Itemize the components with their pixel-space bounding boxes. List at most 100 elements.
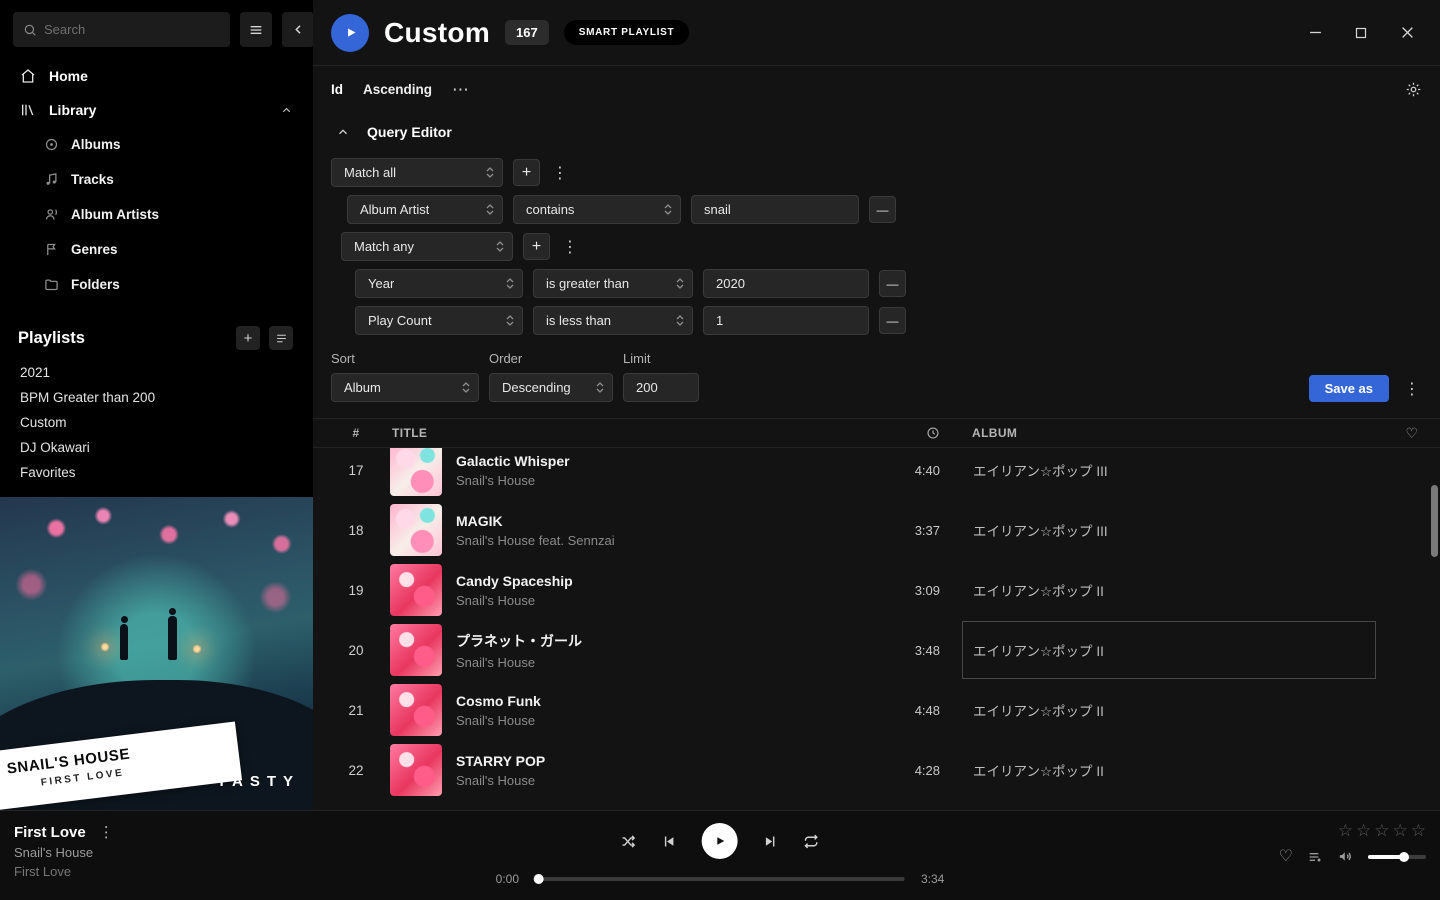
track-album-focused-cell[interactable]: エイリアン☆ポップ II xyxy=(962,621,1376,679)
star-icon[interactable]: ☆ xyxy=(1393,822,1408,839)
rule-value-input[interactable] xyxy=(691,195,859,224)
star-icon[interactable]: ☆ xyxy=(1356,822,1371,839)
remove-rule-button[interactable]: — xyxy=(869,196,896,223)
track-duration: 3:09 xyxy=(868,583,954,598)
star-icon[interactable]: ☆ xyxy=(1374,822,1389,839)
rule-options-button[interactable]: ⋮ xyxy=(550,159,570,186)
sidebar-item-album-artists[interactable]: Album Artists xyxy=(0,197,313,232)
sort-order-button[interactable]: Ascending xyxy=(363,82,432,97)
add-rule-button[interactable]: + xyxy=(513,159,540,186)
rule-field-select[interactable]: Album Artist xyxy=(347,195,503,224)
home-icon xyxy=(20,68,36,84)
rule-operator-select[interactable]: is greater than xyxy=(533,269,693,298)
play-pause-button[interactable] xyxy=(702,823,738,859)
remove-rule-button[interactable]: — xyxy=(879,307,906,334)
more-options-button[interactable]: ⋯ xyxy=(452,81,469,98)
save-as-button[interactable]: Save as xyxy=(1309,375,1389,402)
rule-field-select[interactable]: Year xyxy=(355,269,523,298)
menu-button[interactable] xyxy=(240,12,272,47)
query-options-button[interactable]: ⋮ xyxy=(1402,375,1422,402)
sidebar-item-home[interactable]: Home xyxy=(0,59,313,93)
playlist-item[interactable]: Custom xyxy=(0,410,313,435)
settings-button[interactable] xyxy=(1405,81,1422,98)
plus-icon: + xyxy=(522,165,531,181)
shuffle-button[interactable] xyxy=(620,833,637,850)
next-track-button[interactable] xyxy=(762,833,779,850)
star-icon[interactable]: ☆ xyxy=(1338,822,1353,839)
window-maximize-button[interactable] xyxy=(1346,18,1376,48)
order-select[interactable]: Descending xyxy=(489,373,613,402)
previous-track-button[interactable] xyxy=(661,833,678,850)
sidebar-item-genres[interactable]: Genres xyxy=(0,232,313,267)
playlist-item[interactable]: BPM Greater than 200 xyxy=(0,385,313,410)
column-index[interactable]: # xyxy=(313,426,377,440)
add-group-rule-button[interactable]: + xyxy=(523,233,550,260)
seek-handle[interactable] xyxy=(534,874,544,884)
track-row[interactable]: 22 STARRY POP Snail's House 4:28 エイリアン☆ポ… xyxy=(313,740,1440,800)
sidebar-item-label: Genres xyxy=(71,242,118,257)
select-caret-icon xyxy=(486,204,494,215)
chevron-up-icon xyxy=(336,125,350,139)
column-title[interactable]: TITLE xyxy=(377,426,868,440)
column-duration[interactable] xyxy=(868,426,954,440)
search-input[interactable] xyxy=(44,22,220,37)
track-row[interactable]: 20 プラネット・ガール Snail's House 3:48 エイリアン☆ポッ… xyxy=(313,620,1440,680)
artwork-brand: TASTY xyxy=(217,773,300,790)
match-type-select[interactable]: Match all xyxy=(331,158,503,187)
rule-value-input[interactable] xyxy=(703,269,869,298)
track-row[interactable]: 17 Galactic Whisper Snail's House 4:40 エ… xyxy=(313,440,1440,500)
favorite-button[interactable]: ♡ xyxy=(1279,849,1293,865)
rule-operator-select[interactable]: is less than xyxy=(533,306,693,335)
playlist-item[interactable]: DJ Okawari xyxy=(0,435,313,460)
window-minimize-button[interactable] xyxy=(1300,18,1330,48)
track-row[interactable]: 21 Cosmo Funk Snail's House 4:48 エイリアン☆ポ… xyxy=(313,680,1440,740)
sidebar-item-folders[interactable]: Folders xyxy=(0,267,313,302)
queue-button[interactable] xyxy=(1307,849,1323,865)
rule-operator-select[interactable]: contains xyxy=(513,195,681,224)
volume-button[interactable] xyxy=(1337,848,1354,865)
track-index: 17 xyxy=(313,463,377,478)
nav-back-button[interactable] xyxy=(282,12,314,47)
repeat-icon xyxy=(803,833,820,850)
rule-field-select[interactable]: Play Count xyxy=(355,306,523,335)
rule-value-input[interactable] xyxy=(703,306,869,335)
column-album[interactable]: ALBUM xyxy=(954,426,1384,440)
track-art xyxy=(390,444,442,496)
playlist-list-button[interactable] xyxy=(269,326,293,350)
play-playlist-button[interactable] xyxy=(331,14,369,52)
track-title: プラネット・ガール xyxy=(456,631,582,651)
volume-handle[interactable] xyxy=(1399,852,1409,862)
sidebar-item-library[interactable]: Library xyxy=(0,93,313,127)
chevron-left-icon xyxy=(291,22,306,37)
group-options-button[interactable]: ⋮ xyxy=(560,233,580,260)
playlist-item[interactable]: Favorites xyxy=(0,460,313,485)
track-row[interactable]: 18 MAGIK Snail's House feat. Sennzai 3:3… xyxy=(313,500,1440,560)
collapse-query-editor-button[interactable] xyxy=(331,122,355,142)
seek-slider[interactable] xyxy=(535,877,905,881)
sidebar-item-tracks[interactable]: Tracks xyxy=(0,162,313,197)
chevron-up-icon[interactable] xyxy=(280,104,293,117)
now-playing-options-button[interactable]: ⋮ xyxy=(99,824,114,841)
sort-select[interactable]: Album xyxy=(331,373,479,402)
sort-field-button[interactable]: Id xyxy=(331,82,343,97)
window-close-button[interactable] xyxy=(1392,18,1422,48)
sidebar-item-albums[interactable]: Albums xyxy=(0,127,313,162)
repeat-button[interactable] xyxy=(803,833,820,850)
remove-rule-button[interactable]: — xyxy=(879,270,906,297)
limit-input[interactable] xyxy=(623,373,699,402)
elapsed-time: 0:00 xyxy=(496,872,519,886)
add-playlist-button[interactable]: + xyxy=(236,326,260,350)
sidebar-item-label: Album Artists xyxy=(71,207,159,222)
star-icon[interactable]: ☆ xyxy=(1411,822,1426,839)
search-box[interactable] xyxy=(13,12,230,47)
group-match-type-select[interactable]: Match any xyxy=(341,232,513,261)
column-favorite[interactable]: ♡ xyxy=(1384,425,1440,442)
track-index: 20 xyxy=(313,643,377,658)
playlist-item[interactable]: 2021 xyxy=(0,360,313,385)
plus-icon: + xyxy=(244,331,253,346)
sidebar-item-label: Albums xyxy=(71,137,121,152)
track-row[interactable]: 19 Candy Spaceship Snail's House 3:09 エイ… xyxy=(313,560,1440,620)
select-caret-icon xyxy=(676,278,684,289)
volume-slider[interactable] xyxy=(1368,855,1426,859)
scrollbar-thumb[interactable] xyxy=(1431,485,1438,557)
